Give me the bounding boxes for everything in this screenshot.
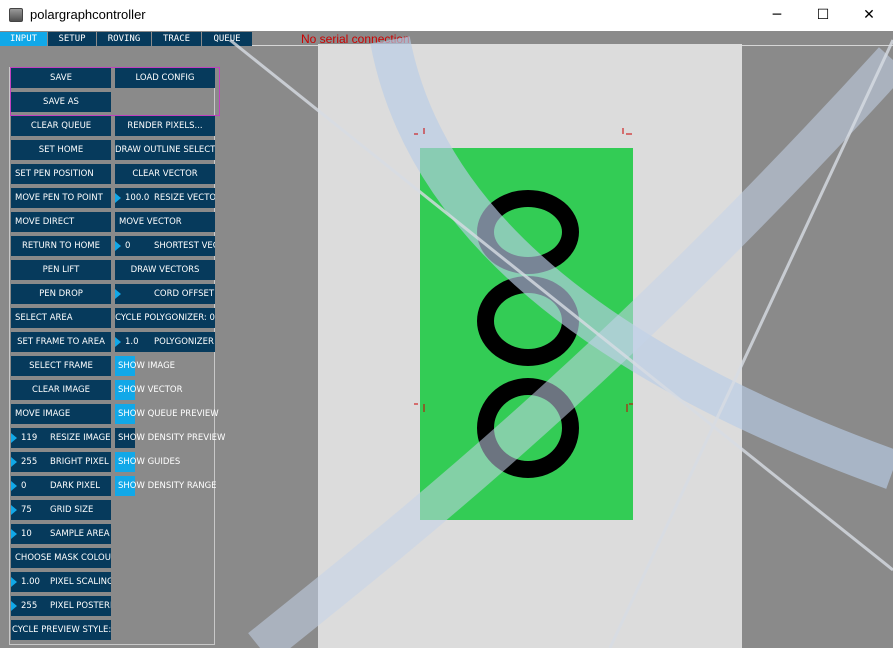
- pixel-posterize-value: 255: [21, 601, 38, 611]
- clear-image-button[interactable]: CLEAR IMAGE: [11, 380, 111, 400]
- image-ring-top: [477, 190, 579, 274]
- select-frame-button[interactable]: SELECT FRAME: [11, 356, 111, 376]
- show-guides-label: SHOW GUIDES: [118, 457, 181, 467]
- number-arrow-icon: [115, 337, 121, 347]
- number-arrow-icon: [115, 241, 121, 251]
- resize-vector-value: 100.0: [125, 193, 150, 203]
- image-ring-middle: [477, 276, 579, 366]
- return-to-home-button[interactable]: RETURN TO HOME: [11, 236, 111, 256]
- save-as-button[interactable]: SAVE AS: [11, 92, 111, 112]
- resize-vector-control[interactable]: 100.0 RESIZE VECTOR: [115, 188, 215, 208]
- polygonizer-length-value: 1.0: [125, 337, 139, 347]
- grid-size-value: 75: [21, 505, 32, 515]
- number-arrow-icon: [11, 481, 17, 491]
- draw-vectors-button[interactable]: DRAW VECTORS: [115, 260, 215, 280]
- pixel-scaling-value: 1.00: [21, 577, 40, 587]
- resize-image-label: RESIZE IMAGE: [50, 433, 111, 443]
- number-arrow-icon: [11, 433, 17, 443]
- clear-queue-button[interactable]: CLEAR QUEUE: [11, 116, 111, 136]
- pen-lift-button[interactable]: PEN LIFT: [11, 260, 111, 280]
- shortest-vector-value: 0: [125, 241, 131, 251]
- polygonizer-length-label: POLYGONIZER LENGTH: [154, 337, 215, 347]
- clear-vector-button[interactable]: CLEAR VECTOR: [115, 164, 215, 184]
- tab-roving[interactable]: ROVING: [97, 32, 151, 46]
- shortest-vector-control[interactable]: 0 SHORTEST VECTOR: [115, 236, 215, 256]
- number-arrow-icon: [115, 193, 121, 203]
- select-area-button[interactable]: SELECT AREA: [11, 308, 111, 328]
- cord-offset-control[interactable]: CORD OFFSET: [115, 284, 215, 304]
- bright-pixel-control[interactable]: 255 BRIGHT PIXEL: [11, 452, 111, 472]
- pixel-posterize-label: PIXEL POSTERIZE: [50, 601, 111, 611]
- maximize-button[interactable]: ☐: [800, 0, 846, 31]
- set-frame-to-area-button[interactable]: SET FRAME TO AREA: [11, 332, 111, 352]
- image-ring-bottom: [477, 378, 579, 478]
- window-title: polargraphcontroller: [30, 7, 146, 22]
- number-arrow-icon: [115, 289, 121, 299]
- close-button[interactable]: ✕: [846, 0, 892, 31]
- tab-input[interactable]: INPUT: [0, 32, 47, 46]
- cord-offset-label: CORD OFFSET: [154, 289, 215, 299]
- move-pen-to-point-button[interactable]: MOVE PEN TO POINT: [11, 188, 111, 208]
- dark-pixel-control[interactable]: 0 DARK PIXEL: [11, 476, 111, 496]
- number-arrow-icon: [11, 577, 17, 587]
- number-arrow-icon: [11, 457, 17, 467]
- title-bar: polargraphcontroller ─ ☐ ✕: [0, 0, 893, 31]
- bright-pixel-value: 255: [21, 457, 38, 467]
- resize-image-value: 119: [21, 433, 38, 443]
- move-direct-button[interactable]: MOVE DIRECT: [11, 212, 111, 232]
- load-config-button[interactable]: LOAD CONFIG: [115, 68, 215, 88]
- pixel-scaling-label: PIXEL SCALING: [50, 577, 111, 587]
- save-button[interactable]: SAVE: [11, 68, 111, 88]
- cycle-preview-style-button[interactable]: CYCLE PREVIEW STYLE: 0: [11, 620, 111, 640]
- dark-pixel-value: 0: [21, 481, 27, 491]
- dark-pixel-label: DARK PIXEL: [50, 481, 100, 491]
- sample-area-value: 10: [21, 529, 32, 539]
- pixel-posterize-control[interactable]: 255 PIXEL POSTERIZE: [11, 596, 111, 616]
- minimize-button[interactable]: ─: [754, 0, 800, 31]
- show-density-range-label: SHOW DENSITY RANGE: [118, 481, 217, 491]
- show-image-label: SHOW IMAGE: [118, 361, 176, 371]
- show-vector-label: SHOW VECTOR: [118, 385, 183, 395]
- move-vector-button[interactable]: MOVE VECTOR: [115, 212, 215, 232]
- choose-mask-colour-button[interactable]: CHOOSE MASK COLOUR: [11, 548, 111, 568]
- sample-area-label: SAMPLE AREA: [50, 529, 110, 539]
- input-image[interactable]: [420, 148, 633, 520]
- show-density-preview-label: SHOW DENSITY PREVIEW: [118, 433, 226, 443]
- pen-drop-button[interactable]: PEN DROP: [11, 284, 111, 304]
- tab-setup[interactable]: SETUP: [48, 32, 96, 46]
- show-queue-preview-label: SHOW QUEUE PREVIEW: [118, 409, 219, 419]
- grid-size-control[interactable]: 75 GRID SIZE: [11, 500, 111, 520]
- set-home-button[interactable]: SET HOME: [11, 140, 111, 160]
- bright-pixel-label: BRIGHT PIXEL: [50, 457, 109, 467]
- number-arrow-icon: [11, 505, 17, 515]
- shortest-vector-label: SHORTEST VECTOR: [154, 241, 215, 251]
- render-pixels-button[interactable]: RENDER PIXELS...: [115, 116, 215, 136]
- tab-queue[interactable]: QUEUE: [202, 32, 252, 46]
- number-arrow-icon: [11, 601, 17, 611]
- resize-image-control[interactable]: 119 RESIZE IMAGE: [11, 428, 111, 448]
- number-arrow-icon: [11, 529, 17, 539]
- cycle-polygonizer-button[interactable]: CYCLE POLYGONIZER: 0: [115, 308, 215, 328]
- tab-trace[interactable]: TRACE: [152, 32, 201, 46]
- draw-outline-selected-button[interactable]: DRAW OUTLINE SELECTED: [115, 140, 215, 160]
- pixel-scaling-control[interactable]: 1.00 PIXEL SCALING: [11, 572, 111, 592]
- app-icon: [9, 8, 23, 22]
- resize-vector-label: RESIZE VECTOR: [154, 193, 215, 203]
- polygonizer-length-control[interactable]: 1.0 POLYGONIZER LENGTH: [115, 332, 215, 352]
- sample-area-control[interactable]: 10 SAMPLE AREA: [11, 524, 111, 544]
- grid-size-label: GRID SIZE: [50, 505, 94, 515]
- set-pen-position-button[interactable]: SET PEN POSITION: [11, 164, 111, 184]
- move-image-button[interactable]: MOVE IMAGE: [11, 404, 111, 424]
